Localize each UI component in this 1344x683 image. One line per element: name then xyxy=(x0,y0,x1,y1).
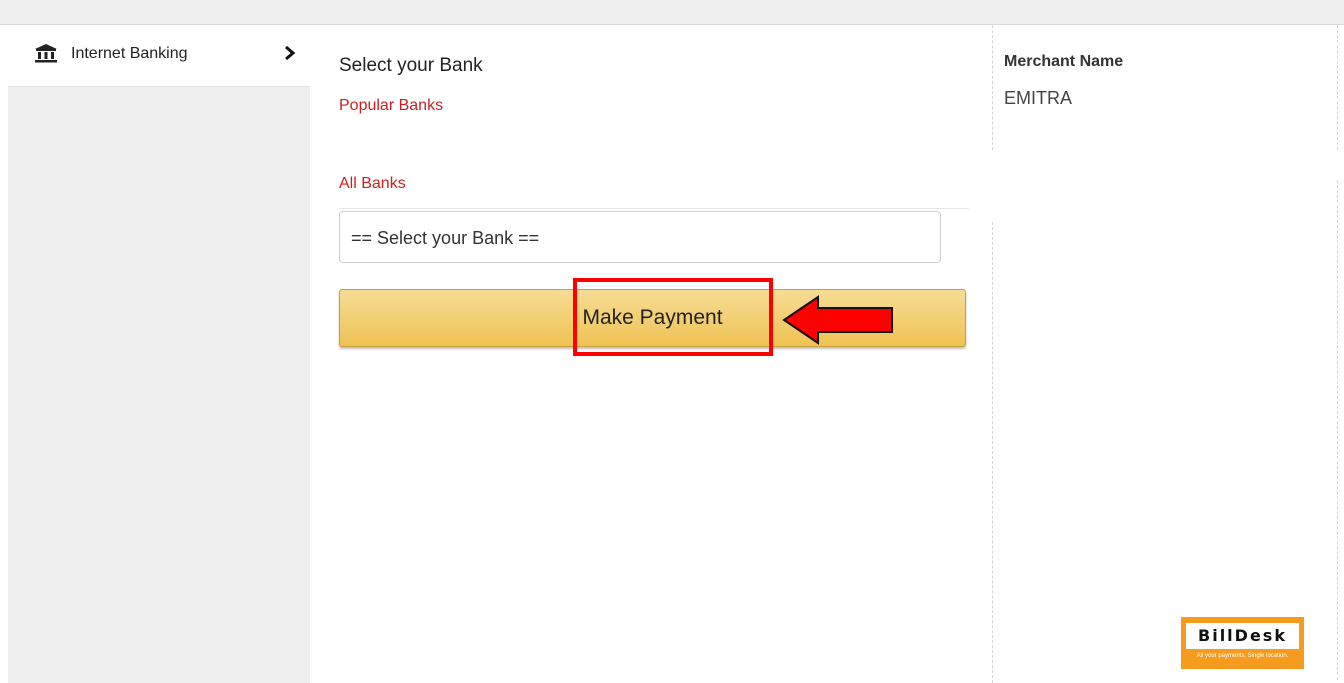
divider xyxy=(992,25,993,150)
bank-select-value: == Select your Bank == xyxy=(351,228,540,248)
payment-method-sidebar: Internet Banking xyxy=(8,25,310,683)
merchant-name-value: EMITRA xyxy=(1004,88,1073,108)
bank-icon xyxy=(35,44,57,63)
divider xyxy=(1337,180,1338,680)
sidebar-item-label: Internet Banking xyxy=(71,45,188,62)
merchant-name-label: Merchant Name xyxy=(1004,53,1124,70)
left-arrow-annotation-icon xyxy=(782,295,893,345)
divider xyxy=(1337,25,1338,150)
highlight-annotation-box xyxy=(573,278,773,356)
billdesk-logo-text: BillDesk xyxy=(1186,623,1299,649)
divider xyxy=(992,222,993,683)
all-banks-label: All Banks xyxy=(339,175,406,192)
sidebar-item-internet-banking[interactable]: Internet Banking xyxy=(8,25,310,87)
divider xyxy=(339,208,969,209)
page-title: Select your Bank xyxy=(339,55,483,76)
popular-banks-label: Popular Banks xyxy=(339,97,444,114)
billdesk-tagline: All your payments. Single location. xyxy=(1196,653,1289,659)
chevron-right-icon xyxy=(285,46,296,60)
billdesk-logo: BillDesk All your payments. Single locat… xyxy=(1181,617,1304,669)
bank-select-dropdown[interactable]: == Select your Bank == xyxy=(339,211,941,263)
top-bar xyxy=(0,0,1344,25)
